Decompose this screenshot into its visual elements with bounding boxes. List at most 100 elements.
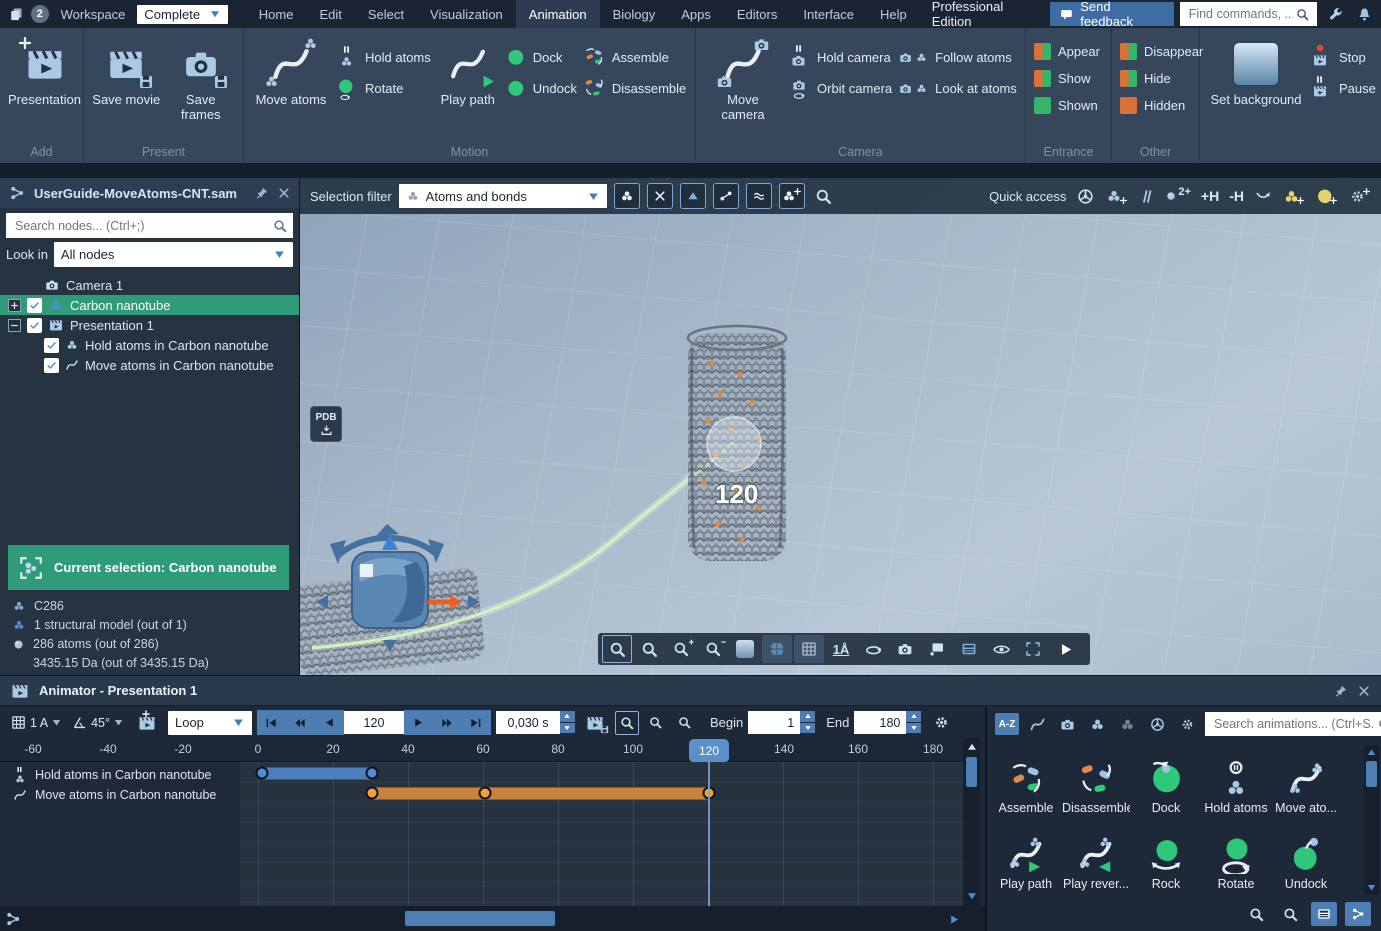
timeline-tracks[interactable]: Hold atoms in Carbon nanotube Move atoms…: [0, 762, 963, 906]
filter-disappearance-button[interactable]: [1115, 713, 1139, 735]
set-background-button[interactable]: Set background: [1208, 36, 1304, 108]
visibility-checkbox[interactable]: [27, 317, 42, 333]
animation-tile-hold-atoms[interactable]: Hold atoms: [1201, 743, 1271, 819]
animator-settings-icon[interactable]: [932, 713, 951, 732]
keyframe-dot[interactable]: [365, 786, 379, 800]
documents-icon[interactable]: [8, 6, 25, 23]
bonds-button[interactable]: [1138, 188, 1155, 205]
save-movie-button[interactable]: Save movie: [92, 36, 161, 108]
keyframe-dot[interactable]: [365, 766, 379, 780]
carbon-nanotube-model[interactable]: [686, 324, 788, 561]
find-commands-input[interactable]: [1186, 6, 1295, 22]
follow-atoms-button[interactable]: Follow atoms: [898, 46, 1017, 68]
keyframe-dot[interactable]: [478, 786, 492, 800]
visibility-button[interactable]: [986, 635, 1016, 663]
visibility-checkbox[interactable]: [27, 297, 42, 313]
save-camera-button[interactable]: [890, 635, 920, 663]
bell-icon[interactable]: [1356, 6, 1373, 23]
selection-filter-select[interactable]: Atoms and bonds: [398, 184, 607, 208]
track-label-move[interactable]: Move atoms in Carbon nanotube: [0, 785, 240, 805]
close-icon[interactable]: [277, 186, 291, 200]
tree-item-hold-atoms[interactable]: Hold atoms in Carbon nanotube: [0, 335, 299, 355]
look-at-atoms-button[interactable]: Look at atoms: [898, 77, 1017, 99]
add-hydrogens-button[interactable]: +H: [1201, 188, 1219, 204]
assemble-button[interactable]: Assemble: [583, 46, 686, 68]
animation-tile-disassemble[interactable]: Disassemble: [1061, 743, 1131, 819]
go-to-end-button[interactable]: [462, 710, 491, 735]
viewport-canvas[interactable]: 120: [300, 178, 1381, 675]
track-label-hold[interactable]: Hold atoms in Carbon nanotube: [0, 765, 240, 785]
presentation-button[interactable]: Presentation: [8, 36, 81, 108]
end-spinner[interactable]: [906, 711, 922, 734]
stop-button[interactable]: Stop: [1310, 46, 1376, 68]
pin-icon[interactable]: [1334, 684, 1348, 698]
viewport-3d[interactable]: 120 Selection filter Atoms and bonds Qui…: [300, 178, 1381, 675]
tree-item-camera[interactable]: Camera 1: [0, 275, 299, 295]
filter-appearance-button[interactable]: [1085, 713, 1109, 735]
palette-settings-button[interactable]: [1175, 713, 1199, 735]
timeline-zoom-in-button[interactable]: [644, 711, 668, 735]
tab-help[interactable]: Help: [867, 0, 920, 28]
filter-effects-button[interactable]: [1145, 713, 1169, 735]
filter-motion-button[interactable]: [1025, 713, 1049, 735]
timeline-zoom-out-button[interactable]: [673, 711, 697, 735]
add-keyframe-button[interactable]: [135, 713, 159, 733]
graph-view-button[interactable]: [1345, 902, 1371, 926]
orientation-cube-button[interactable]: [762, 635, 792, 663]
visibility-checkbox[interactable]: [44, 337, 59, 353]
scroll-up-icon[interactable]: [966, 741, 978, 753]
select-up-button[interactable]: [679, 183, 706, 209]
select-connected-button[interactable]: [712, 183, 739, 209]
fullscreen-button[interactable]: [1018, 635, 1048, 663]
fast-backward-button[interactable]: [286, 710, 315, 735]
begin-spinner[interactable]: [800, 711, 816, 734]
timeline-vscrollbar[interactable]: [963, 738, 980, 906]
loop-mode-select[interactable]: Loop: [167, 710, 252, 735]
zoom-out-button[interactable]: −: [698, 635, 728, 663]
background-button[interactable]: [730, 635, 760, 663]
add-surface-button[interactable]: [1315, 187, 1338, 206]
snap-angle-dropdown[interactable]: 45°: [69, 714, 126, 731]
select-atoms-button[interactable]: [613, 183, 640, 209]
animation-tile-move-atoms[interactable]: Move ato...: [1271, 743, 1341, 819]
tab-home[interactable]: Home: [246, 0, 307, 28]
timeline-ruler[interactable]: -60 -40 -20 0 20 40 60 80 100 140 160 18…: [0, 738, 963, 762]
begin-field[interactable]: 1: [748, 711, 816, 734]
palette-zoom-out-button[interactable]: [1277, 902, 1303, 926]
disappear-button[interactable]: Disappear: [1120, 40, 1203, 62]
keyframe-dot[interactable]: [255, 766, 269, 780]
search-nodes-input[interactable]: [13, 217, 272, 234]
scroll-right-icon[interactable]: [948, 913, 961, 926]
search-animations-input[interactable]: [1212, 716, 1377, 732]
search-selection-icon[interactable]: [814, 187, 833, 206]
keyframe-bar-hold[interactable]: [262, 767, 372, 780]
add-simulator-button[interactable]: [1348, 187, 1371, 206]
send-feedback-button[interactable]: Send feedback: [1050, 0, 1174, 29]
add-atom-button[interactable]: [1105, 187, 1128, 205]
step-backward-button[interactable]: [315, 710, 344, 735]
palette-scrollbar[interactable]: [1364, 745, 1379, 895]
playhead-line[interactable]: [708, 762, 710, 906]
animation-tile-play-path[interactable]: Play path: [991, 819, 1061, 895]
add-to-selection-button[interactable]: [778, 183, 805, 209]
filter-camera-button[interactable]: [1055, 713, 1079, 735]
play-button[interactable]: [1050, 635, 1080, 663]
zoom-in-button[interactable]: +: [666, 635, 696, 663]
close-icon[interactable]: [1357, 684, 1371, 698]
tab-visualization[interactable]: Visualization: [417, 0, 516, 28]
animation-tile-play-reverse[interactable]: Play rever...: [1061, 819, 1131, 895]
animation-tile-rotate[interactable]: Rotate: [1201, 819, 1271, 895]
scroll-thumb[interactable]: [405, 911, 555, 926]
workspace-select[interactable]: Complete: [137, 4, 228, 24]
tree-item-move-atoms[interactable]: Move atoms in Carbon nanotube: [0, 355, 299, 375]
move-camera-button[interactable]: Move camera: [704, 36, 782, 123]
tab-select[interactable]: Select: [355, 0, 417, 28]
tools-icon[interactable]: [1327, 6, 1344, 23]
rotate-button[interactable]: Rotate: [336, 77, 431, 99]
move-atoms-button[interactable]: Move atoms: [252, 36, 330, 108]
hold-atoms-button[interactable]: Hold atoms: [336, 46, 431, 68]
pdb-download-button[interactable]: PDB: [310, 406, 342, 442]
palette-zoom-in-button[interactable]: [1243, 902, 1269, 926]
scale-bar-button[interactable]: 1Å: [826, 635, 856, 663]
hold-camera-button[interactable]: Hold camera: [788, 46, 892, 68]
